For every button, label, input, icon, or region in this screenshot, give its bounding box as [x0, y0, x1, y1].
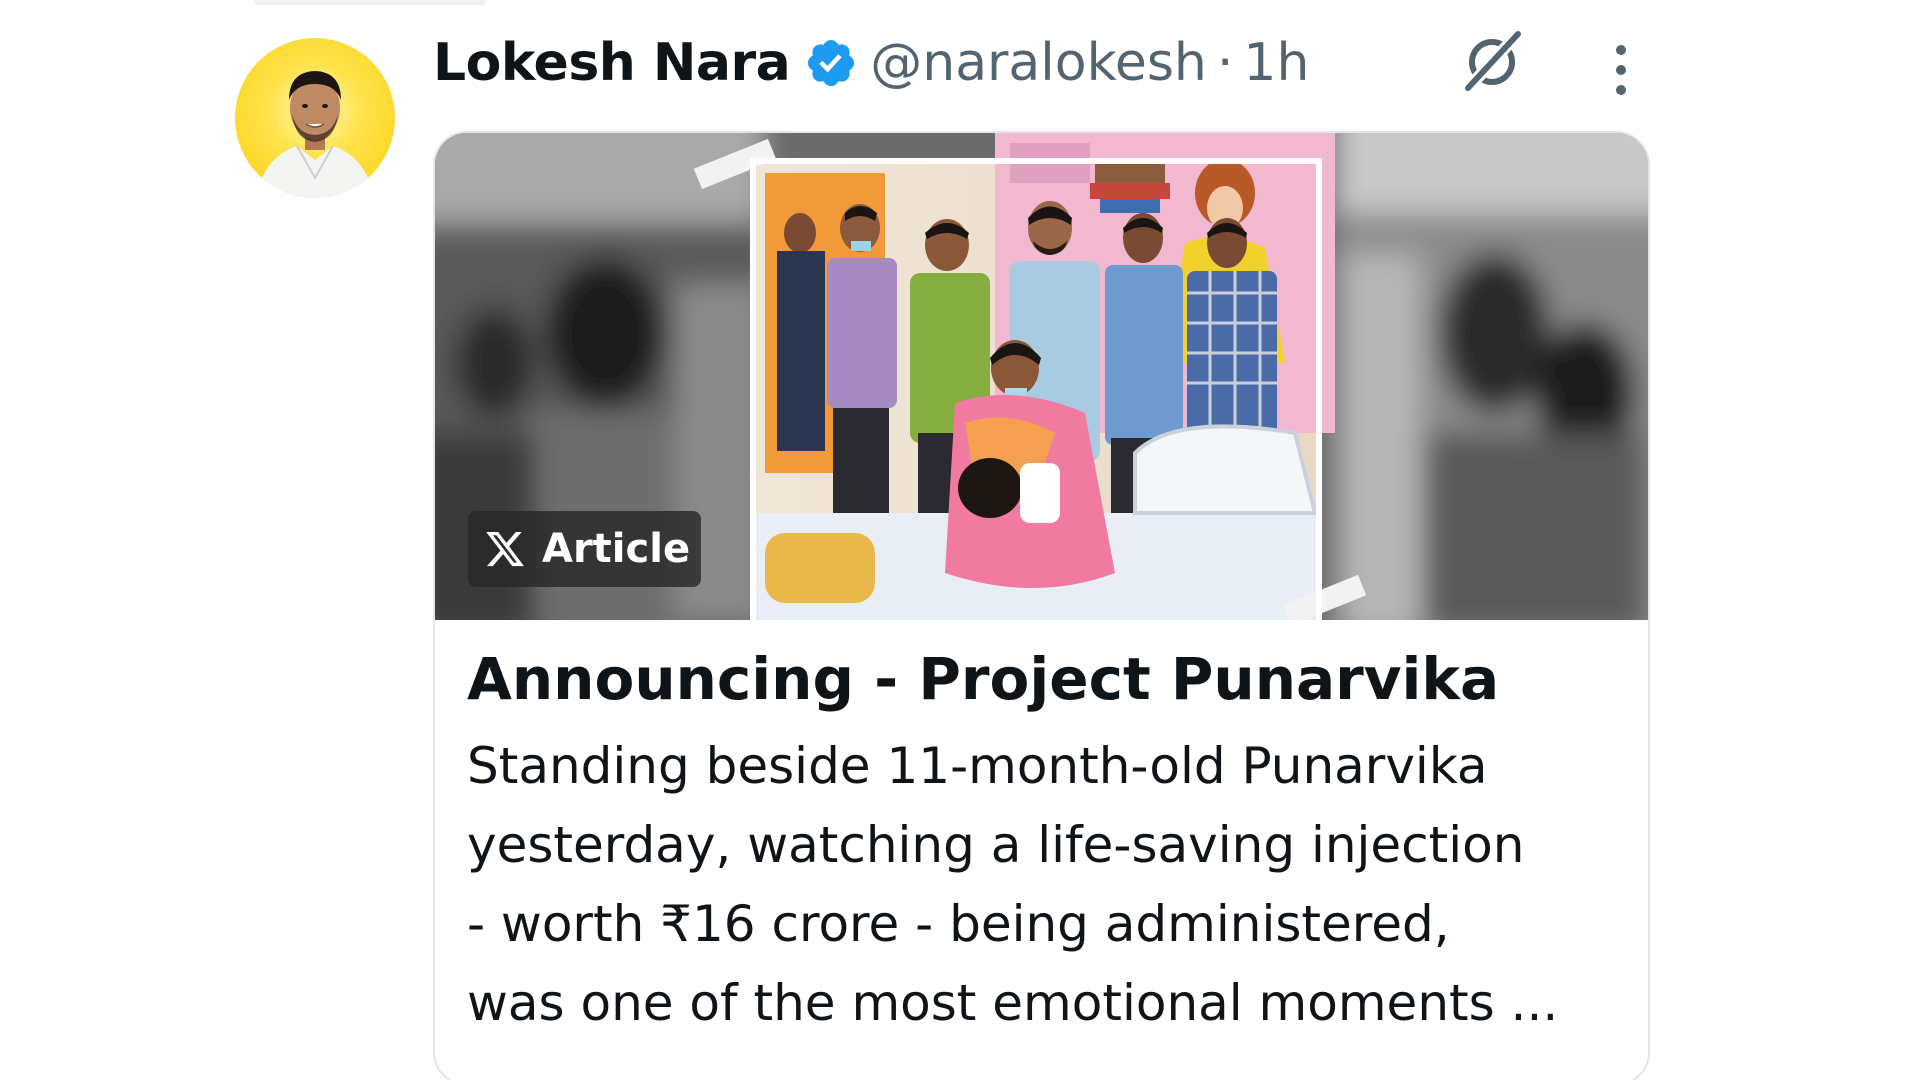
article-card[interactable]: Article Announcing - Project Punarvika S… — [433, 131, 1650, 1080]
article-badge: Article — [468, 511, 701, 587]
avatar[interactable] — [235, 38, 395, 198]
more-vertical-icon[interactable] — [1606, 42, 1636, 98]
excerpt-line: - worth ₹16 crore - being administered, — [467, 895, 1450, 953]
article-cover-image[interactable]: Article — [435, 133, 1648, 620]
timestamp[interactable]: 1h — [1243, 33, 1309, 93]
excerpt-line: was one of the most emotional moments ..… — [467, 974, 1559, 1032]
article-badge-label: Article — [542, 526, 691, 572]
separator-dot: · — [1216, 33, 1234, 93]
verified-badge-icon[interactable] — [804, 36, 858, 90]
tweet-header: Lokesh Nara @naralokesh · 1h — [433, 28, 1309, 98]
center-photo — [693, 133, 1367, 620]
excerpt-line: yesterday, watching a life-saving inject… — [467, 816, 1525, 874]
article-excerpt: Standing beside 11-month-old Punarvika y… — [467, 727, 1637, 1043]
display-name[interactable]: Lokesh Nara — [433, 33, 791, 93]
x-logo-icon — [486, 531, 524, 567]
article-title[interactable]: Announcing - Project Punarvika — [467, 643, 1627, 715]
excerpt-line: Standing beside 11-month-old Punarvika — [467, 737, 1488, 795]
avatar-photo — [255, 71, 375, 198]
grok-icon[interactable] — [1458, 28, 1526, 96]
user-handle[interactable]: @naralokesh — [870, 33, 1207, 93]
previous-tweet-divider — [255, 0, 485, 5]
